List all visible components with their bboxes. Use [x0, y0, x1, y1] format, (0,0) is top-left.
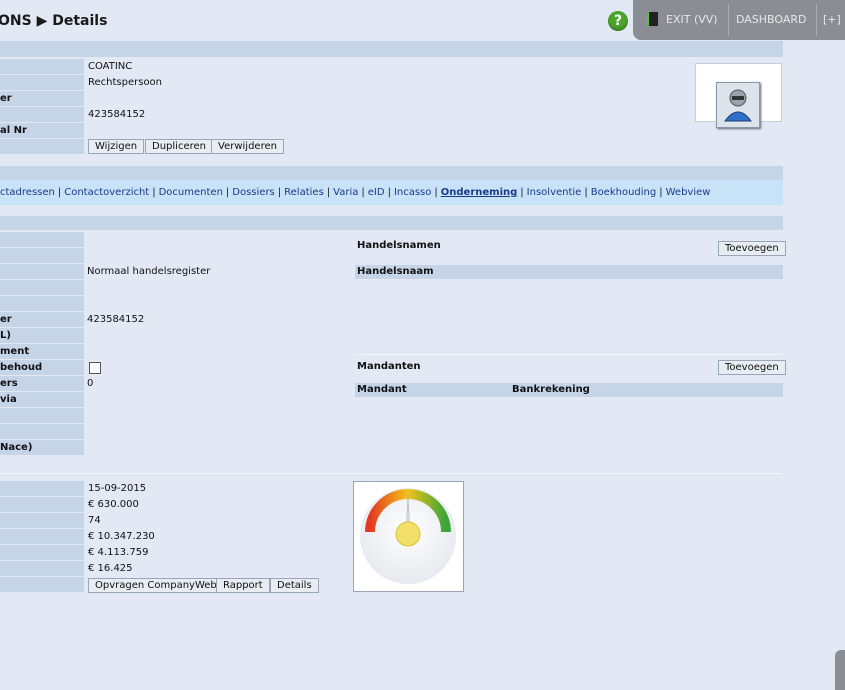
amount-value: € 4.113.759	[88, 547, 149, 558]
tab-separator: |	[659, 187, 663, 198]
count-value: 0	[87, 378, 94, 389]
tab-onderneming[interactable]: Onderneming	[441, 187, 518, 198]
section-header	[0, 216, 783, 230]
tab-incasso[interactable]: Incasso	[394, 187, 431, 198]
tab-separator: |	[520, 187, 524, 198]
help-icon[interactable]: ?	[608, 11, 628, 31]
enterprise-number-value: 423584152	[87, 314, 145, 325]
field-label: al Nr	[0, 123, 84, 138]
divider	[355, 354, 783, 355]
gauge-graphic	[360, 488, 456, 584]
add-mandate-button[interactable]: Toevoegen	[718, 360, 786, 375]
amount-value: € 630.000	[88, 499, 139, 510]
field-label	[0, 545, 84, 560]
tabs-header	[0, 166, 783, 180]
bank-account-column: Bankrekening	[512, 384, 590, 395]
rating-gauge	[353, 481, 464, 592]
expand-button[interactable]: [+]	[817, 0, 845, 40]
tab-separator: |	[277, 187, 282, 198]
exit-door-icon[interactable]	[647, 12, 658, 26]
retention-checkbox[interactable]	[89, 362, 101, 374]
tab-separator: |	[387, 187, 391, 198]
register-type-value: Normaal handelsregister	[87, 266, 211, 277]
field-label	[0, 280, 84, 295]
field-label	[0, 139, 84, 154]
field-label: via	[0, 392, 84, 407]
user-avatar-icon[interactable]	[716, 82, 760, 128]
section-header	[0, 41, 783, 57]
field-label	[0, 481, 84, 496]
tab-separator: |	[326, 187, 331, 198]
tab-dossiers[interactable]: Dossiers	[232, 187, 275, 198]
gauge-hub	[395, 521, 421, 547]
mandates-column-header: Mandant Bankrekening	[355, 383, 783, 397]
field-label	[0, 296, 84, 311]
tab-separator: |	[225, 187, 230, 198]
company-number-value: 423584152	[88, 109, 146, 120]
date-value: 15-09-2015	[88, 483, 147, 494]
field-label	[0, 513, 84, 528]
tab-webview[interactable]: Webview	[666, 187, 711, 198]
nav-divider	[728, 4, 729, 36]
tab-bar: ctadressen | Contactoverzicht | Documenten | D…	[0, 180, 783, 205]
field-label	[0, 424, 84, 439]
field-label: Nace)	[0, 440, 84, 455]
amount-value: € 10.347.230	[88, 531, 155, 542]
field-label: ment	[0, 344, 84, 359]
field-label: er	[0, 312, 84, 327]
tab-separator: |	[152, 187, 156, 198]
field-label	[0, 497, 84, 512]
amount-value: € 16.425	[88, 563, 133, 574]
tab-eid[interactable]: eID	[368, 187, 385, 198]
field-label	[0, 232, 84, 247]
exit-button[interactable]: EXIT (VV)	[660, 0, 724, 40]
company-name-value: COATINC	[88, 61, 133, 72]
field-label	[0, 59, 84, 74]
field-label	[0, 75, 84, 90]
details-button[interactable]: Details	[270, 578, 319, 593]
field-label	[0, 529, 84, 544]
page-title: ONS ▶ Details	[0, 13, 108, 29]
duplicate-button[interactable]: Dupliceren	[145, 139, 213, 154]
count-value: 74	[88, 515, 101, 526]
tab-boekhouding[interactable]: Boekhouding	[591, 187, 657, 198]
tab-varia[interactable]: Varia	[333, 187, 358, 198]
side-panel-handle[interactable]	[835, 650, 845, 690]
tab-contactoverzicht[interactable]: Contactoverzicht	[64, 187, 149, 198]
field-label	[0, 577, 84, 592]
field-label	[0, 408, 84, 423]
delete-button[interactable]: Verwijderen	[211, 139, 284, 154]
companyweb-button[interactable]: Opvragen CompanyWeb	[88, 578, 224, 593]
tab-documenten[interactable]: Documenten	[159, 187, 223, 198]
tab-separator: |	[361, 187, 365, 198]
report-button[interactable]: Rapport	[216, 578, 270, 593]
tab-insolventie[interactable]: Insolventie	[527, 187, 582, 198]
tab-separator: |	[57, 187, 62, 198]
divider	[0, 473, 783, 474]
field-label	[0, 248, 84, 263]
trade-name-column-header: Handelsnaam	[355, 265, 783, 279]
field-label: L)	[0, 328, 84, 343]
field-label: er	[0, 91, 84, 106]
dashboard-button[interactable]: DASHBOARD	[730, 0, 813, 40]
field-label: behoud	[0, 360, 84, 375]
field-label	[0, 561, 84, 576]
entity-type-value: Rechtspersoon	[88, 77, 163, 88]
field-label: ers	[0, 376, 84, 391]
edit-button[interactable]: Wijzigen	[88, 139, 145, 154]
mandates-title: Mandanten	[357, 361, 421, 372]
tab-separator: |	[584, 187, 588, 198]
field-label	[0, 107, 84, 122]
add-trade-name-button[interactable]: Toevoegen	[718, 241, 786, 256]
tab-relaties[interactable]: Relaties	[284, 187, 324, 198]
field-label	[0, 264, 84, 279]
mandant-column: Mandant	[357, 384, 407, 395]
tab-separator: |	[434, 187, 438, 198]
trade-names-title: Handelsnamen	[357, 240, 441, 251]
tab-ctadressen[interactable]: ctadressen	[0, 187, 55, 198]
